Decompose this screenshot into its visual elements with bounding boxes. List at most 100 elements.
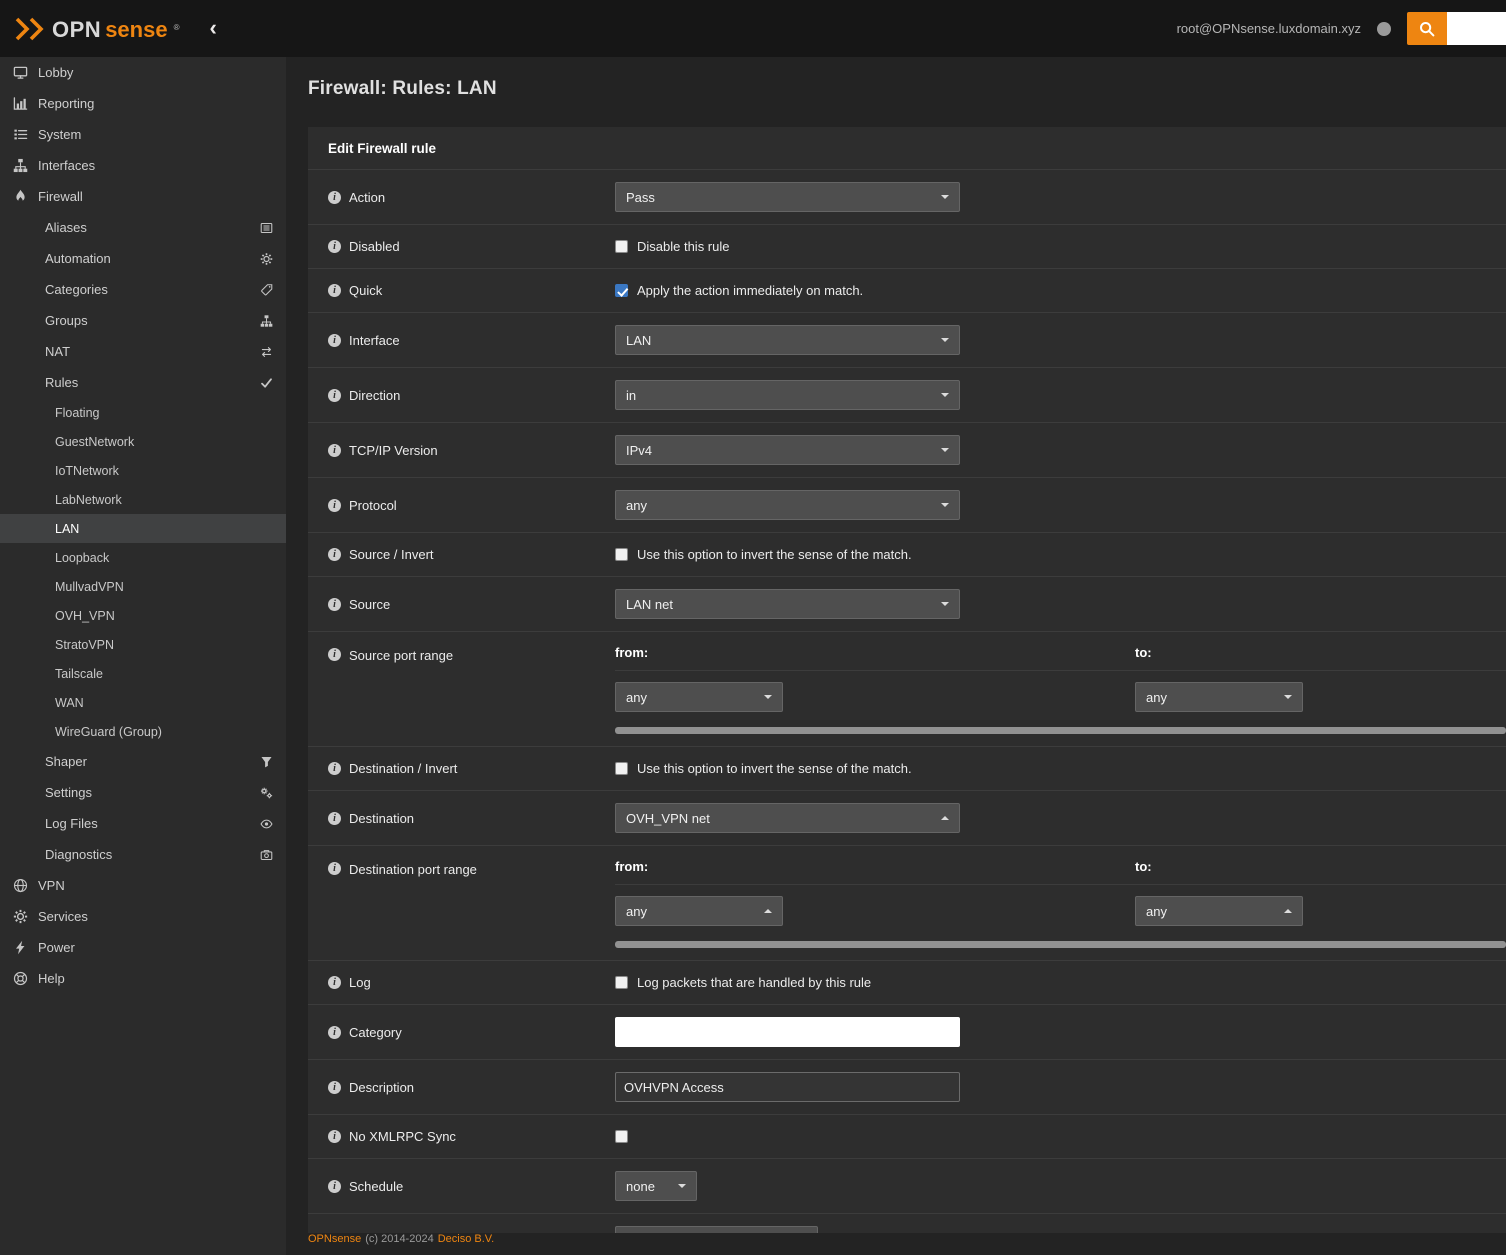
info-icon[interactable]: i [328, 1026, 341, 1039]
field-label: Description [349, 1080, 414, 1095]
sidebar-item-wan[interactable]: WAN [0, 688, 286, 717]
info-icon[interactable]: i [328, 648, 341, 661]
nav-label: System [38, 127, 81, 142]
info-icon[interactable]: i [328, 1130, 341, 1143]
info-icon[interactable]: i [328, 284, 341, 297]
sidebar-item-nat[interactable]: NAT [0, 336, 286, 367]
direction-select[interactable]: in [615, 380, 960, 410]
nav-label: Log Files [45, 816, 98, 831]
info-icon[interactable]: i [328, 976, 341, 989]
info-icon[interactable]: i [328, 389, 341, 402]
nav-label: Groups [45, 313, 88, 328]
sidebar-item-settings[interactable]: Settings [0, 777, 286, 808]
sidebar-item-vpn[interactable]: VPN [0, 870, 286, 901]
sidebar-item-ovh-vpn[interactable]: OVH_VPN [0, 601, 286, 630]
sidebar-item-stratovpn[interactable]: StratoVPN [0, 630, 286, 659]
select-value: LAN [626, 333, 651, 348]
info-icon[interactable]: i [328, 444, 341, 457]
sidebar-item-shaper[interactable]: Shaper [0, 746, 286, 777]
sidebar-collapse-button[interactable]: ‹ [209, 15, 216, 41]
form-row-schedule: iSchedule none [308, 1159, 1506, 1214]
search-button[interactable] [1407, 12, 1447, 45]
checkbox-label: Disable this rule [637, 239, 730, 254]
sidebar-item-diagnostics[interactable]: Diagnostics [0, 839, 286, 870]
sidebar-item-aliases[interactable]: Aliases [0, 212, 286, 243]
info-icon[interactable]: i [328, 548, 341, 561]
destination-port-to-select[interactable]: any [1135, 896, 1303, 926]
sidebar-item-firewall[interactable]: Firewall [0, 181, 286, 212]
sidebar-item-interfaces[interactable]: Interfaces [0, 150, 286, 181]
info-icon[interactable]: i [328, 812, 341, 825]
horizontal-scrollbar[interactable] [615, 941, 1506, 948]
info-icon[interactable]: i [328, 1081, 341, 1094]
info-icon[interactable]: i [328, 191, 341, 204]
search-input[interactable] [1447, 12, 1506, 45]
sidebar-item-loopback[interactable]: Loopback [0, 543, 286, 572]
sidebar-item-log-files[interactable]: Log Files [0, 808, 286, 839]
globe-icon [12, 878, 29, 893]
sidebar-item-power[interactable]: Power [0, 932, 286, 963]
nav-label: Shaper [45, 754, 87, 769]
info-icon[interactable]: i [328, 334, 341, 347]
sidebar-item-help[interactable]: Help [0, 963, 286, 994]
sidebar-item-guestnetwork[interactable]: GuestNetwork [0, 427, 286, 456]
protocol-select[interactable]: any [615, 490, 960, 520]
sidebar-item-iotnetwork[interactable]: IoTNetwork [0, 456, 286, 485]
source-port-from-select[interactable]: any [615, 682, 783, 712]
info-icon[interactable]: i [328, 862, 341, 875]
action-select[interactable]: Pass [615, 182, 960, 212]
field-label: Source [349, 597, 390, 612]
quick-checkbox[interactable] [615, 284, 628, 297]
footer-brand-link[interactable]: OPNsense [308, 1233, 361, 1245]
sidebar-item-categories[interactable]: Categories [0, 274, 286, 305]
tag-icon [260, 283, 273, 296]
info-icon[interactable]: i [328, 762, 341, 775]
info-icon[interactable]: i [328, 499, 341, 512]
source-port-to-select[interactable]: any [1135, 682, 1303, 712]
no-xmlrpc-checkbox[interactable] [615, 1130, 628, 1143]
chevron-down-icon [941, 338, 949, 346]
sidebar-item-services[interactable]: Services [0, 901, 286, 932]
category-input[interactable] [615, 1017, 960, 1047]
destination-invert-checkbox[interactable] [615, 762, 628, 775]
schedule-select[interactable]: none [615, 1171, 697, 1201]
chevron-down-icon [1284, 695, 1292, 703]
sidebar-item-tailscale[interactable]: Tailscale [0, 659, 286, 688]
ip-version-select[interactable]: IPv4 [615, 435, 960, 465]
nav-label: Automation [45, 251, 111, 266]
sidebar-item-floating[interactable]: Floating [0, 398, 286, 427]
sidebar-item-system[interactable]: System [0, 119, 286, 150]
horizontal-scrollbar[interactable] [615, 727, 1506, 734]
sidebar-item-reporting[interactable]: Reporting [0, 88, 286, 119]
form-row-no-xmlrpc: iNo XMLRPC Sync [308, 1115, 1506, 1159]
source-select[interactable]: LAN net [615, 589, 960, 619]
info-icon[interactable]: i [328, 240, 341, 253]
interface-select[interactable]: LAN [615, 325, 960, 355]
nav-label: LAN [55, 522, 79, 536]
sidebar-item-automation[interactable]: Automation [0, 243, 286, 274]
info-icon[interactable]: i [328, 1180, 341, 1193]
status-dot[interactable] [1377, 22, 1391, 36]
sidebar-item-rules[interactable]: Rules [0, 367, 286, 398]
app-logo[interactable]: OPNsense® [0, 16, 179, 42]
sidebar: Lobby Reporting System Interfaces Firewa… [0, 57, 286, 1255]
footer-company-link[interactable]: Deciso B.V. [438, 1233, 494, 1245]
field-label: Destination port range [349, 862, 477, 877]
description-input[interactable] [615, 1072, 960, 1102]
destination-select[interactable]: OVH_VPN net [615, 803, 960, 833]
sidebar-item-labnetwork[interactable]: LabNetwork [0, 485, 286, 514]
sidebar-item-mullvadvpn[interactable]: MullvadVPN [0, 572, 286, 601]
disabled-checkbox[interactable] [615, 240, 628, 253]
destination-port-from-select[interactable]: any [615, 896, 783, 926]
form-row-direction: iDirection in [308, 368, 1506, 423]
search-icon [1419, 21, 1435, 37]
form-row-quick: iQuick Apply the action immediately on m… [308, 269, 1506, 313]
sidebar-item-lobby[interactable]: Lobby [0, 57, 286, 88]
sidebar-item-groups[interactable]: Groups [0, 305, 286, 336]
sidebar-item-wireguard-group[interactable]: WireGuard (Group) [0, 717, 286, 746]
log-checkbox[interactable] [615, 976, 628, 989]
sidebar-item-lan[interactable]: LAN [0, 514, 286, 543]
source-invert-checkbox[interactable] [615, 548, 628, 561]
info-icon[interactable]: i [328, 598, 341, 611]
form-row-source-port: iSource port range from: to: any any [308, 632, 1506, 747]
